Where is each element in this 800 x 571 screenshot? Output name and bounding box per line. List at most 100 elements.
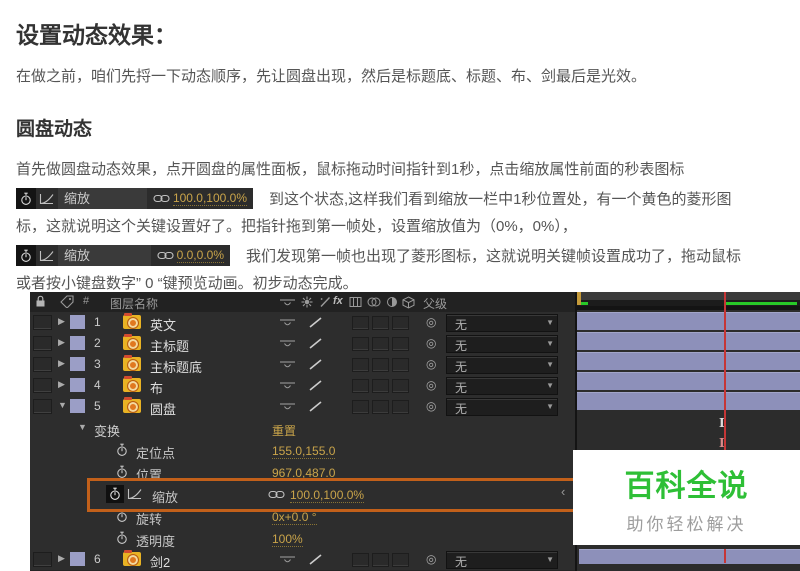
- motion-blur-icon[interactable]: [319, 296, 331, 308]
- stopwatch-icon[interactable]: [116, 465, 128, 479]
- layer-name[interactable]: 主标题底: [150, 357, 202, 376]
- parent-dropdown[interactable]: 无: [446, 356, 558, 374]
- label-tag-icon[interactable]: [60, 295, 74, 308]
- layer-row-3[interactable]: 3 主标题底 无: [30, 354, 575, 376]
- switch-boxes[interactable]: [352, 379, 409, 393]
- property-value[interactable]: 155.0,155.0: [272, 444, 336, 459]
- link-icon[interactable]: [268, 490, 285, 499]
- layer-row-4[interactable]: 4 布 无: [30, 375, 575, 397]
- current-time-indicator[interactable]: [724, 292, 726, 450]
- stopwatch-icon[interactable]: [116, 509, 128, 523]
- video-toggle[interactable]: [33, 336, 52, 351]
- layer-row-2[interactable]: 2 主标题 无: [30, 333, 575, 355]
- shy-icon[interactable]: [280, 340, 295, 348]
- expander-icon[interactable]: [78, 422, 87, 432]
- layer-name[interactable]: 圆盘: [150, 399, 176, 418]
- parent-dropdown[interactable]: 无: [446, 551, 558, 569]
- collapse-transformations-icon[interactable]: [301, 296, 313, 308]
- switch-boxes[interactable]: [352, 337, 409, 351]
- property-value[interactable]: 100.0,100.0%: [290, 488, 365, 503]
- pickwhip-icon[interactable]: [426, 378, 436, 392]
- property-label[interactable]: 缩放: [152, 487, 178, 506]
- layer-color-swatch[interactable]: [70, 336, 85, 350]
- layer-row-6[interactable]: 6 剑2 无: [30, 549, 575, 571]
- keyframe-nav-previous-icon[interactable]: [561, 484, 565, 499]
- layer-bar[interactable]: [577, 352, 800, 370]
- shy-icon[interactable]: [280, 299, 295, 307]
- opacity-row[interactable]: 透明度 100%: [30, 527, 575, 550]
- pickwhip-icon[interactable]: [426, 357, 436, 371]
- quality-icon[interactable]: [308, 553, 323, 566]
- layer-bar[interactable]: [579, 549, 800, 564]
- layer-color-swatch[interactable]: [70, 357, 85, 371]
- parent-dropdown[interactable]: 无: [446, 377, 558, 395]
- layer-color-swatch[interactable]: [70, 315, 85, 329]
- layer-bar[interactable]: [577, 332, 800, 350]
- position-row[interactable]: 位置 967.0,487.0: [30, 461, 575, 484]
- quality-icon[interactable]: [308, 316, 323, 329]
- shy-icon[interactable]: [280, 403, 295, 411]
- property-value[interactable]: 100%: [272, 532, 303, 547]
- quality-icon[interactable]: [308, 400, 323, 413]
- time-ruler[interactable]: [577, 292, 800, 300]
- expander-icon[interactable]: [58, 316, 65, 327]
- property-label[interactable]: 定位点: [136, 443, 175, 462]
- property-value[interactable]: 967.0,487.0: [272, 466, 336, 481]
- layer-name[interactable]: 剑2: [150, 552, 170, 571]
- switch-boxes[interactable]: [352, 358, 409, 372]
- quality-icon[interactable]: [308, 337, 323, 350]
- pickwhip-icon[interactable]: [426, 552, 436, 566]
- blend-circles-icon[interactable]: [367, 296, 381, 308]
- rotation-row[interactable]: 旋转 0x+0.0 °: [30, 505, 575, 528]
- cube-3d-icon[interactable]: [402, 296, 415, 309]
- effects-column-icon[interactable]: fx: [333, 295, 343, 307]
- layer-bar[interactable]: [577, 392, 800, 410]
- shy-icon[interactable]: [280, 361, 295, 369]
- pickwhip-icon[interactable]: [426, 315, 436, 329]
- pickwhip-icon[interactable]: [426, 336, 436, 350]
- shy-icon[interactable]: [280, 382, 295, 390]
- expander-icon[interactable]: [58, 553, 65, 564]
- scale-row[interactable]: 缩放 100.0,100.0%: [30, 483, 575, 506]
- layer-row-1[interactable]: 1 英文 无: [30, 312, 575, 334]
- layer-name[interactable]: 主标题: [150, 336, 189, 355]
- stopwatch-icon-active[interactable]: [106, 485, 124, 503]
- expander-icon[interactable]: [58, 400, 67, 410]
- quality-icon[interactable]: [308, 358, 323, 371]
- video-toggle[interactable]: [33, 552, 52, 567]
- property-label[interactable]: 旋转: [136, 509, 162, 528]
- frame-blend-icon[interactable]: [349, 296, 362, 308]
- transform-group-label[interactable]: 变换: [94, 421, 120, 440]
- layer-color-swatch[interactable]: [70, 378, 85, 392]
- video-toggle[interactable]: [33, 357, 52, 372]
- anchor-point-row[interactable]: 定位点 155.0,155.0: [30, 439, 575, 462]
- layer-color-swatch[interactable]: [70, 552, 85, 566]
- stopwatch-icon[interactable]: [116, 443, 128, 457]
- switch-boxes[interactable]: [352, 316, 409, 330]
- graph-icon[interactable]: [127, 488, 142, 500]
- quality-icon[interactable]: [308, 379, 323, 392]
- shy-icon[interactable]: [280, 319, 295, 327]
- video-toggle[interactable]: [33, 399, 52, 414]
- property-label[interactable]: 透明度: [136, 531, 175, 550]
- expander-icon[interactable]: [58, 337, 65, 348]
- stopwatch-icon[interactable]: [116, 531, 128, 545]
- layer-bar[interactable]: [577, 312, 800, 330]
- expander-icon[interactable]: [58, 379, 65, 390]
- layer-name[interactable]: 布: [150, 378, 163, 397]
- parent-dropdown[interactable]: 无: [446, 398, 558, 416]
- layer-color-swatch[interactable]: [70, 399, 85, 413]
- half-circle-icon[interactable]: [386, 296, 398, 308]
- switch-boxes[interactable]: [352, 400, 409, 414]
- layer-bar[interactable]: [577, 372, 800, 390]
- video-toggle[interactable]: [33, 315, 52, 330]
- video-toggle[interactable]: [33, 378, 52, 393]
- parent-dropdown[interactable]: 无: [446, 335, 558, 353]
- switch-boxes[interactable]: [352, 553, 409, 567]
- lock-icon[interactable]: [35, 295, 46, 308]
- expander-icon[interactable]: [58, 358, 65, 369]
- pickwhip-icon[interactable]: [426, 399, 436, 413]
- shy-icon[interactable]: [280, 556, 295, 564]
- transform-group-row[interactable]: 变换 重置: [30, 417, 575, 440]
- parent-dropdown[interactable]: 无: [446, 314, 558, 332]
